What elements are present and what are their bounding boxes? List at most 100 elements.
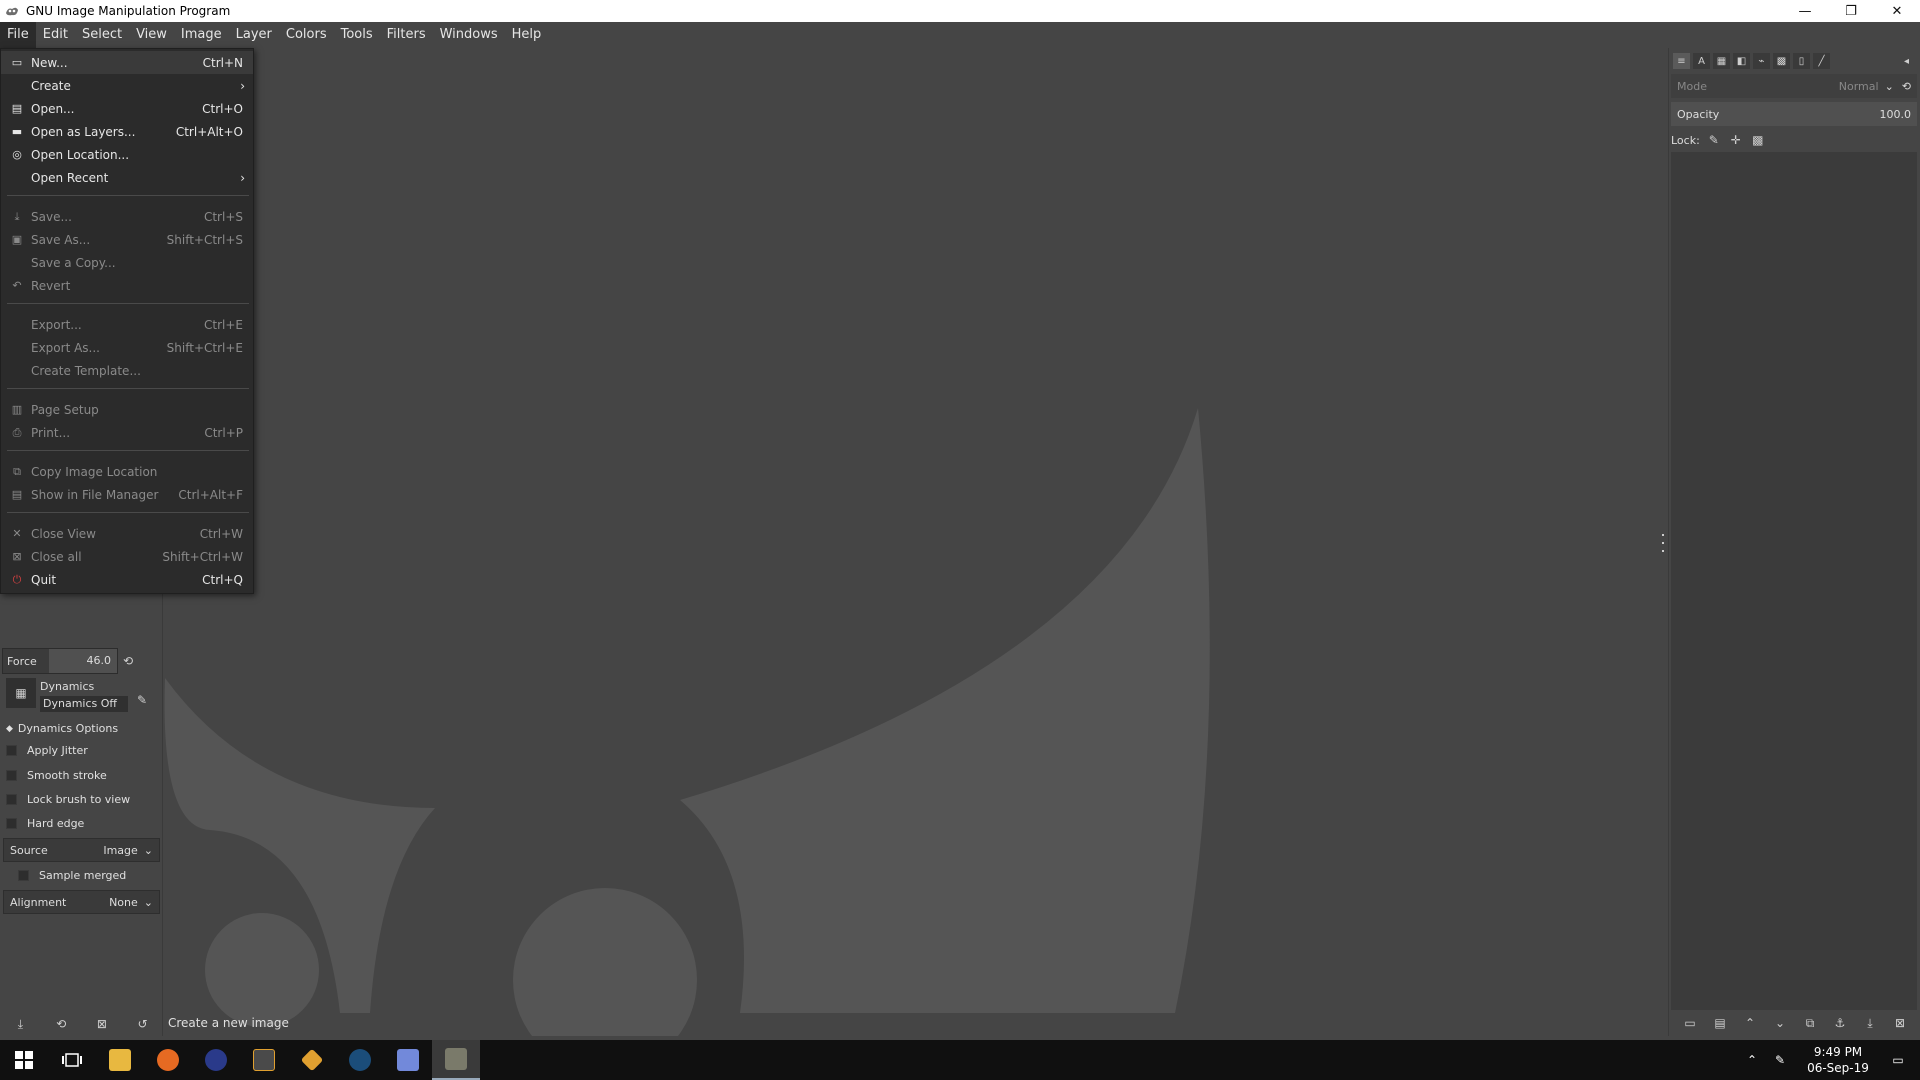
- menu-item-create-template[interactable]: Create Template...: [1, 359, 253, 382]
- menu-item-label: Copy Image Location: [31, 464, 158, 479]
- menu-item-revert[interactable]: ↶ Revert: [1, 274, 253, 297]
- menu-item-create[interactable]: Create ›: [1, 74, 253, 97]
- colormap-tab-icon[interactable]: ◧: [1733, 53, 1750, 69]
- menu-tools[interactable]: Tools: [334, 22, 380, 48]
- maximize-button[interactable]: ❐: [1828, 0, 1874, 22]
- source-combo[interactable]: Source Image ⌄: [3, 838, 160, 862]
- taskbar-gimp[interactable]: [432, 1040, 480, 1080]
- menu-item-export-as[interactable]: Export As... Shift+Ctrl+E: [1, 336, 253, 359]
- menu-item-quit[interactable]: ⏻ Quit Ctrl+Q: [1, 568, 253, 591]
- menu-item-open-as-layers[interactable]: ▬ Open as Layers... Ctrl+Alt+O: [1, 120, 253, 143]
- histogram-tab-icon[interactable]: ⌁: [1753, 53, 1770, 69]
- delete-layer-icon[interactable]: ⊠: [1892, 1015, 1908, 1031]
- menu-edit[interactable]: Edit: [36, 22, 75, 48]
- discord-icon: [397, 1049, 419, 1071]
- globe-icon: ◎: [12, 148, 22, 161]
- new-layer-icon[interactable]: ▭: [1682, 1015, 1698, 1031]
- notification-center-icon[interactable]: ▭: [1890, 1052, 1906, 1068]
- taskbar-discord[interactable]: [384, 1040, 432, 1080]
- lower-layer-icon[interactable]: ⌄: [1772, 1015, 1788, 1031]
- force-spinbox[interactable]: Force 46.0: [2, 648, 118, 674]
- lock-alpha-icon[interactable]: ▩: [1750, 132, 1766, 148]
- menu-item-open-recent[interactable]: Open Recent ›: [1, 166, 253, 189]
- alignment-combo[interactable]: Alignment None ⌄: [3, 890, 160, 914]
- menu-colors[interactable]: Colors: [279, 22, 334, 48]
- new-layer-group-icon[interactable]: ▤: [1712, 1015, 1728, 1031]
- smooth-stroke-checkbox[interactable]: Smooth stroke: [6, 769, 107, 782]
- menu-help[interactable]: Help: [505, 22, 549, 48]
- menu-item-save-as[interactable]: ▣ Save As... Shift+Ctrl+S: [1, 228, 253, 251]
- layers-tab-icon[interactable]: ≡: [1673, 53, 1690, 69]
- opacity-spinbox[interactable]: Opacity 100.0: [1671, 102, 1917, 126]
- menu-item-open-location[interactable]: ◎ Open Location...: [1, 143, 253, 166]
- close-window-button[interactable]: ✕: [1874, 0, 1920, 22]
- menu-file[interactable]: File: [0, 22, 36, 48]
- reset-force-icon[interactable]: ⟲: [120, 653, 136, 669]
- menu-item-save-a-copy[interactable]: Save a Copy...: [1, 251, 253, 274]
- taskbar-steam[interactable]: [336, 1040, 384, 1080]
- lock-brush-checkbox[interactable]: Lock brush to view: [6, 793, 130, 806]
- brush-tab-icon[interactable]: ╱: [1813, 53, 1830, 69]
- menu-item-close-view[interactable]: ✕ Close View Ctrl+W: [1, 522, 253, 545]
- restore-options-icon[interactable]: ⟲: [53, 1016, 69, 1032]
- menu-view[interactable]: View: [129, 22, 174, 48]
- menu-item-print[interactable]: ⎙ Print... Ctrl+P: [1, 421, 253, 444]
- task-view-button[interactable]: [48, 1040, 96, 1080]
- dock-resize-handle[interactable]: [1662, 534, 1666, 552]
- taskbar-app-blue[interactable]: [192, 1040, 240, 1080]
- taskbar: ⌃ ✎ 9:49 PM 06-Sep-19 ▭: [0, 1040, 1920, 1080]
- force-value[interactable]: 46.0: [49, 649, 117, 673]
- show-hidden-icons-chevron-icon[interactable]: ⌃: [1744, 1052, 1760, 1068]
- hard-edge-checkbox[interactable]: Hard edge: [6, 817, 84, 830]
- menu-item-copy-image-location[interactable]: ⧉ Copy Image Location: [1, 460, 253, 483]
- channels-tab-icon[interactable]: A: [1693, 53, 1710, 69]
- clock[interactable]: 9:49 PM 06-Sep-19: [1798, 1044, 1878, 1076]
- save-options-icon[interactable]: ⤓: [12, 1016, 28, 1032]
- pen-icon[interactable]: ✎: [1772, 1052, 1788, 1068]
- patterns-tab-icon[interactable]: ▩: [1773, 53, 1790, 69]
- image-window-canvas[interactable]: [0, 48, 1920, 1036]
- menu-item-page-setup[interactable]: ▥ Page Setup: [1, 398, 253, 421]
- mode-combo[interactable]: Mode Normal ⌄ ⟲: [1671, 74, 1917, 98]
- duplicate-layer-icon[interactable]: ⧉: [1802, 1015, 1818, 1031]
- dynamics-icon[interactable]: ▦: [6, 678, 36, 708]
- edit-dynamics-icon[interactable]: ✎: [134, 692, 150, 708]
- merge-layer-icon[interactable]: ⤓: [1862, 1015, 1878, 1031]
- reset-options-icon[interactable]: ↺: [135, 1016, 151, 1032]
- menu-separator: [7, 388, 249, 389]
- lock-pixels-icon[interactable]: ✎: [1706, 132, 1722, 148]
- menu-filters[interactable]: Filters: [380, 22, 433, 48]
- start-button[interactable]: [0, 1040, 48, 1080]
- lock-position-icon[interactable]: ✛: [1728, 132, 1744, 148]
- menu-image[interactable]: Image: [174, 22, 229, 48]
- opacity-value[interactable]: 100.0: [1880, 108, 1912, 121]
- menu-item-show-in-file-manager[interactable]: ▤ Show in File Manager Ctrl+Alt+F: [1, 483, 253, 506]
- menu-item-new[interactable]: ▭ New... Ctrl+N: [1, 51, 253, 74]
- menu-item-save[interactable]: ⤓ Save... Ctrl+S: [1, 205, 253, 228]
- document-tab-icon[interactable]: ▯: [1793, 53, 1810, 69]
- minimize-button[interactable]: —: [1782, 0, 1828, 22]
- layers-list[interactable]: [1671, 152, 1917, 1010]
- paths-tab-icon[interactable]: ▦: [1713, 53, 1730, 69]
- menu-item-export[interactable]: Export... Ctrl+E: [1, 313, 253, 336]
- raise-layer-icon[interactable]: ⌃: [1742, 1015, 1758, 1031]
- checkbox-box: [6, 794, 17, 805]
- taskbar-git[interactable]: [288, 1040, 336, 1080]
- taskbar-firefox[interactable]: [144, 1040, 192, 1080]
- dock-menu-icon[interactable]: ◂: [1898, 53, 1915, 69]
- sample-merged-checkbox[interactable]: Sample merged: [18, 869, 126, 882]
- taskbar-sublime[interactable]: [240, 1040, 288, 1080]
- menu-windows[interactable]: Windows: [433, 22, 505, 48]
- menu-icon-spacer: [9, 256, 25, 270]
- dynamics-value[interactable]: Dynamics Off: [40, 696, 128, 712]
- switch-mode-icon[interactable]: ⟲: [1902, 80, 1911, 93]
- delete-options-icon[interactable]: ⊠: [94, 1016, 110, 1032]
- menu-layer[interactable]: Layer: [229, 22, 279, 48]
- taskbar-file-explorer[interactable]: [96, 1040, 144, 1080]
- apply-jitter-checkbox[interactable]: Apply Jitter: [6, 744, 88, 757]
- menu-item-open[interactable]: ▤ Open... Ctrl+O: [1, 97, 253, 120]
- menu-item-close-all[interactable]: ⊠ Close all Shift+Ctrl+W: [1, 545, 253, 568]
- menu-select[interactable]: Select: [75, 22, 129, 48]
- anchor-layer-icon[interactable]: ⚓: [1832, 1015, 1848, 1031]
- dynamics-options-expander[interactable]: ◆ Dynamics Options: [6, 722, 118, 735]
